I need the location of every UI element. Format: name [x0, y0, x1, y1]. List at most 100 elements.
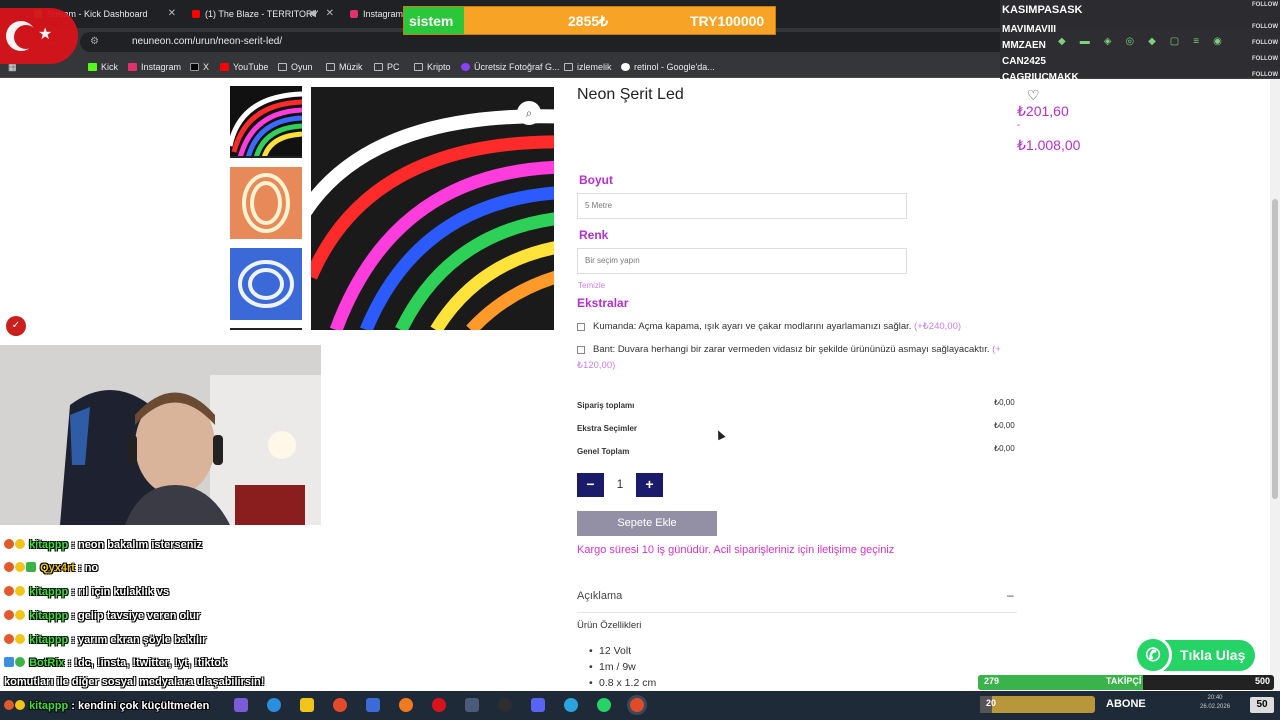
orange-neon-thumb [230, 167, 302, 239]
telegram-icon[interactable] [564, 698, 578, 712]
site-info-icon[interactable]: ⚙ [90, 32, 99, 52]
heart-icon[interactable]: ♡ [1027, 87, 1040, 104]
whatsapp-button[interactable]: ✆ Tıkla Ulaş [1134, 636, 1255, 674]
feature-item: 12 Volt [589, 645, 631, 657]
sub-goal-current: 20 [986, 698, 997, 708]
chat-message-continued: komutları ile diğer sosyal medyalara ula… [4, 676, 264, 688]
extra-remote-desc: Kumanda: Açma kapama, ışık ayarı ve çaka… [593, 321, 912, 332]
color-label: Renk [579, 228, 609, 242]
firefox-icon[interactable] [399, 698, 413, 712]
chat-username: kitappp [29, 634, 69, 646]
chat-text: : yarım ekran şöyle bakılır [71, 634, 207, 646]
features-title: Ürün Özellikleri [577, 620, 642, 631]
star-icon: ★ [38, 26, 53, 43]
discord-icon[interactable] [531, 698, 545, 712]
app-icon[interactable] [465, 698, 479, 712]
page-scrollbar[interactable] [1270, 79, 1280, 691]
tab-instagram[interactable]: Instagram [338, 4, 408, 26]
chat-username: kitappp [29, 700, 69, 712]
chat-badge-icon [15, 610, 25, 620]
chat-text: : kendini çok küçültmeden [71, 700, 210, 712]
clear-link[interactable]: Temizle [578, 281, 605, 290]
description-accordion[interactable]: Açıklama [577, 590, 622, 602]
follow-tag: FOLLOW [1252, 72, 1278, 78]
chat-message: kitappp : kendini çok küçültmeden [4, 700, 209, 712]
bookmark-muzik[interactable]: Müzik [326, 60, 363, 74]
instagram-icon [128, 63, 137, 71]
divider [577, 612, 1017, 613]
extension-icons[interactable]: ◆▬◈◎◆▢≡◉ [1058, 36, 1236, 47]
thumbnail-rainbow[interactable] [230, 86, 302, 158]
followers-title: KASIMPASASK [1002, 4, 1083, 16]
chat-badge-icon [4, 634, 14, 644]
extras-total-value: ₺0,00 [994, 421, 1015, 430]
follower-goal-current: 279 [984, 676, 1000, 686]
copilot-icon[interactable] [267, 698, 281, 712]
quantity-minus-button[interactable]: − [577, 473, 604, 497]
app-icon[interactable] [366, 698, 380, 712]
bookmark-youtube[interactable]: YouTube [220, 60, 268, 74]
quantity-value[interactable]: 1 [612, 477, 628, 491]
app-icon[interactable] [234, 698, 248, 712]
bookmark-instagram[interactable]: Instagram [128, 60, 181, 74]
instagram-icon [350, 10, 358, 18]
bookmark-x[interactable]: X [190, 60, 209, 74]
clock-time: 20:40 [1207, 695, 1223, 701]
google-icon [621, 63, 630, 71]
chrome-active-icon[interactable] [630, 698, 644, 712]
order-total-value: ₺0,00 [994, 398, 1015, 407]
bookmark-pc[interactable]: PC [374, 60, 400, 74]
bookmark-kripto[interactable]: Kripto [414, 60, 451, 74]
speaker-icon: ◀ [308, 8, 316, 19]
sponsor-name: sistem [409, 13, 454, 29]
product-main-image[interactable] [311, 87, 554, 330]
count-badge: 50 [1250, 697, 1274, 713]
system-clock[interactable]: 20:40 26.02.2026 [1200, 694, 1230, 712]
close-icon[interactable]: ✕ [168, 4, 176, 24]
quantity-plus-button[interactable]: + [636, 473, 663, 497]
color-select[interactable]: Bir seçim yapın [577, 248, 907, 274]
chrome-icon[interactable] [333, 698, 347, 712]
bookmark-izlemelik[interactable]: izlemelik [564, 60, 612, 74]
recent-followers-overlay: KASIMPASASK MAVIMAVIII MMZAEN CAN2425 CA… [1000, 0, 1280, 86]
chat-message: kitappp : rıl için kulaklık vs [4, 586, 169, 598]
extra-remote-text: Kumanda: Açma kapama, ışık ayarı ve çaka… [577, 319, 1017, 335]
chat-text: : !dc, !insta, !twitter, !yt, !tiktok [67, 657, 228, 669]
shipping-note: Kargo süresi 10 iş günüdür. Acil sipariş… [577, 544, 895, 556]
collapse-icon[interactable]: – [1007, 588, 1014, 602]
youtube-icon [220, 63, 229, 71]
scrollbar-thumb[interactable] [1272, 199, 1278, 499]
chat-badge-icon [4, 586, 14, 596]
url-field[interactable]: ⚙ neuneon.com/urun/neon-serit-led/ [80, 32, 1020, 52]
follower-name: MAVIMAVIII [1002, 24, 1057, 35]
chat-text: : gelip tavsiye veren olur [71, 610, 201, 622]
opera-icon[interactable] [432, 698, 446, 712]
chat-text: : no [77, 562, 99, 574]
obs-icon[interactable] [498, 698, 512, 712]
follower-goal-label: TAKİPÇİ [1106, 676, 1142, 686]
bookmark-kick[interactable]: Kick [88, 60, 118, 74]
chat-badge-icon [15, 562, 25, 572]
follower-goal-target: 500 [1254, 676, 1270, 686]
close-icon[interactable]: ✕ [326, 4, 334, 24]
size-select[interactable]: 5 Metre [577, 193, 907, 219]
chat-text: komutları ile diğer sosyal medyalara ula… [4, 676, 265, 688]
youtube-icon [192, 10, 200, 18]
price-max: ₺1.008,00 [1017, 137, 1081, 153]
chat-badge-icon [4, 610, 14, 620]
bookmark-oyun[interactable]: Oyun [278, 60, 313, 74]
file-explorer-icon[interactable] [300, 698, 314, 712]
follower-name: CAN2425 [1002, 56, 1046, 67]
thumbnail-orange[interactable] [230, 167, 302, 239]
thumbnail-blue[interactable] [230, 248, 302, 320]
bookmark-google[interactable]: retinol - Google'da... [621, 60, 715, 74]
zoom-icon[interactable]: ⌕ [517, 101, 541, 125]
whatsapp-app-icon[interactable] [597, 698, 611, 712]
crescent-cutout [14, 25, 38, 49]
tab-youtube[interactable]: (1) The Blaze - TERRITORY ◀ ✕ [180, 4, 340, 26]
grand-total-label: Genel Toplam [577, 447, 630, 456]
chat-badge-icon [26, 562, 36, 572]
chat-message: kitappp : yarım ekran şöyle bakılır [4, 634, 206, 646]
bookmark-foto[interactable]: Ücretsiz Fotoğraf G... [461, 60, 560, 74]
add-to-cart-button[interactable]: Sepete Ekle [577, 511, 717, 536]
